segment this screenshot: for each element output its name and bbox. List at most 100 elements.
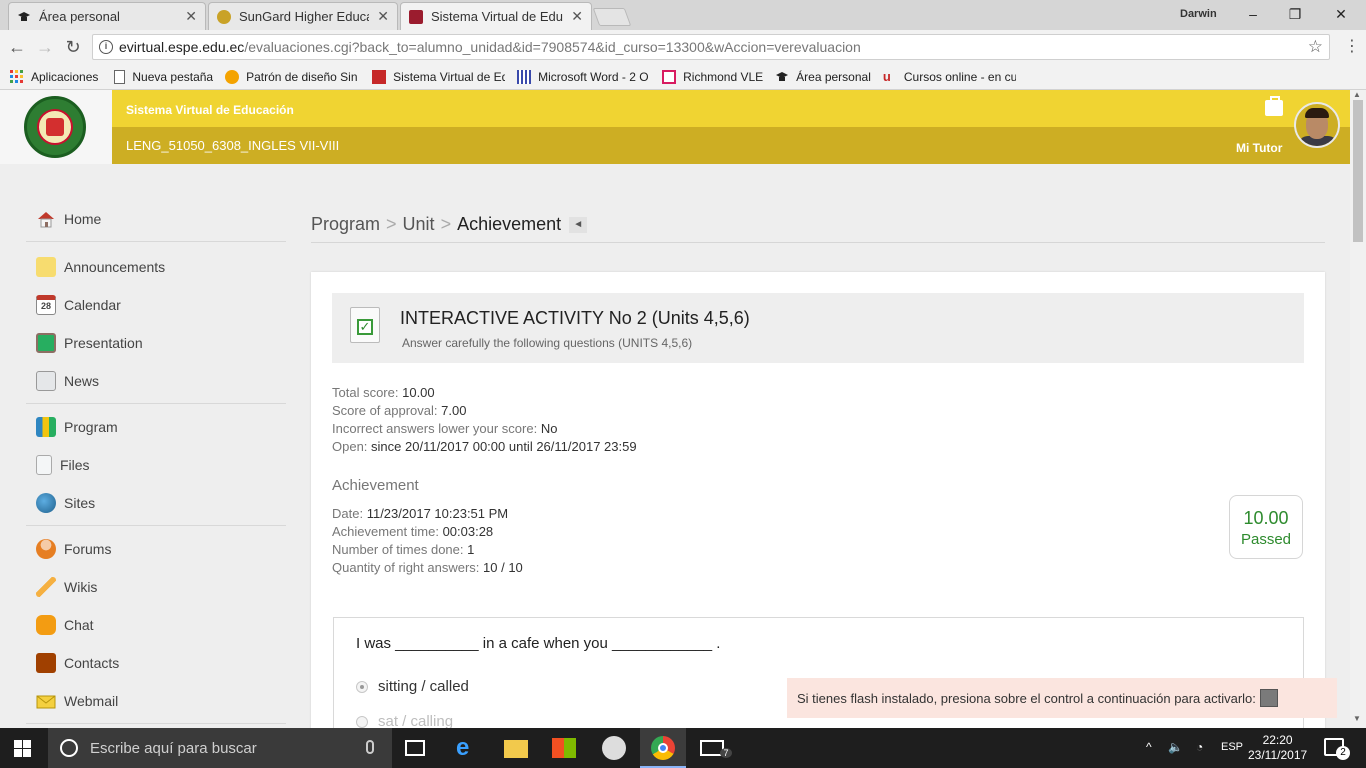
espe-favicon-icon — [409, 9, 423, 24]
new-tab-button[interactable] — [592, 8, 632, 26]
browser-tab[interactable]: SunGard Higher Educatio ✕ — [208, 2, 398, 30]
chevron-up-icon[interactable]: ^ — [1146, 740, 1152, 754]
sidebar-item-webmail[interactable]: Webmail — [26, 682, 286, 720]
address-bar[interactable]: i evirtual.espe.edu.ec/evaluaciones.cgi?… — [92, 34, 1330, 60]
calendar-icon: 28 — [36, 295, 56, 315]
score-value: 10.00 — [1243, 508, 1289, 528]
back-arrow-icon[interactable]: ◄ — [569, 216, 588, 233]
windows-taskbar: Escribe aquí para buscar e 7 ^ 🔈 ◔ ESP 2… — [0, 728, 1366, 768]
apps-grid-icon — [10, 69, 24, 84]
avatar[interactable] — [1294, 102, 1340, 148]
profile-name[interactable]: Darwin — [1180, 8, 1217, 20]
detail-value: 1 — [467, 542, 475, 557]
bookmark-item[interactable]: Sistema Virtual de Ed — [372, 69, 505, 84]
close-window-icon[interactable]: ✕ — [1326, 4, 1356, 24]
bookmark-star-icon[interactable]: ☆ — [1308, 37, 1323, 57]
reload-icon[interactable]: ↻ — [62, 36, 84, 58]
answer-option[interactable]: sitting / called — [356, 678, 469, 695]
bookmark-item[interactable]: Patrón de diseño Sin — [225, 69, 360, 84]
briefcase-icon[interactable] — [1265, 96, 1283, 116]
taskbar-clock[interactable]: 22:20 23/11/2017 — [1248, 733, 1307, 763]
language-indicator[interactable]: ESP — [1221, 741, 1243, 753]
question-text: I was __________ in a cafe when you ____… — [356, 635, 721, 652]
bookmark-label: Microsoft Word - 2 O — [538, 69, 649, 84]
radio-unselected[interactable] — [356, 715, 368, 728]
restore-icon[interactable]: ❐ — [1280, 4, 1310, 24]
microphone-icon[interactable] — [366, 740, 374, 754]
detail-label: Quantity of right answers: — [332, 560, 480, 575]
sidebar-item-news[interactable]: News — [26, 362, 286, 400]
site-info-icon[interactable]: i — [99, 40, 113, 54]
sidebar-item-chat[interactable]: Chat — [26, 606, 286, 644]
task-view-icon[interactable] — [405, 740, 425, 756]
bookmark-item[interactable]: Nueva pestaña — [114, 69, 213, 84]
scroll-down-icon[interactable]: ▼ — [1353, 714, 1361, 723]
notification-count: 2 — [1336, 746, 1350, 760]
sidebar-nav: Home Announcements 28 Calendar Presentat… — [26, 200, 286, 728]
page-scrollbar[interactable]: ▲ ▼ — [1350, 90, 1366, 728]
detail-row: Achievement time: 00:03:28 — [332, 523, 523, 541]
bookmark-item[interactable]: Microsoft Word - 2 O — [517, 69, 650, 84]
course-name[interactable]: LENG_51050_6308_INGLES VII-VIII — [126, 138, 339, 153]
browser-tab-active[interactable]: Sistema Virtual de Educa ✕ — [400, 2, 592, 30]
binders-icon — [36, 417, 56, 437]
notifications-icon[interactable]: 2 — [1324, 738, 1350, 760]
sidebar-item-sites[interactable]: Sites — [26, 484, 286, 522]
espe-logo-icon[interactable] — [24, 96, 86, 158]
activity-header: ✓ INTERACTIVE ACTIVITY No 2 (Units 4,5,6… — [332, 293, 1304, 363]
windows-start-icon[interactable] — [14, 740, 31, 757]
back-arrow-icon[interactable]: ← — [6, 36, 28, 58]
close-tab-icon[interactable]: ✕ — [377, 8, 389, 25]
network-icon[interactable]: ◔ — [1196, 740, 1203, 754]
grad-cap-icon — [17, 10, 31, 24]
browser-tab[interactable]: Área personal ✕ — [8, 2, 206, 30]
breadcrumb: Program > Unit > Achievement ◄ — [311, 214, 588, 235]
paint-icon[interactable] — [602, 736, 626, 760]
detail-value: 10 / 10 — [483, 560, 523, 575]
file-explorer-icon[interactable] — [504, 740, 528, 758]
my-tutor-link[interactable]: Mi Tutor — [1236, 141, 1282, 155]
bookmark-label: Cursos online - en cu — [903, 69, 1016, 84]
taskbar-search[interactable]: Escribe aquí para buscar — [48, 728, 392, 768]
sidebar-item-presentation[interactable]: Presentation — [26, 324, 286, 362]
sidebar-item-home[interactable]: Home — [26, 200, 286, 238]
detail-value: since 20/11/2017 00:00 until 26/11/2017 … — [371, 439, 637, 454]
edge-icon[interactable]: e — [456, 736, 480, 760]
breadcrumb-program[interactable]: Program — [311, 214, 380, 235]
sidebar-item-calendar[interactable]: 28 Calendar — [26, 286, 286, 324]
close-tab-icon[interactable]: ✕ — [185, 8, 197, 25]
minimize-icon[interactable]: – — [1238, 4, 1268, 24]
course-band: LENG_51050_6308_INGLES VII-VIII Mi Tutor — [112, 127, 1350, 164]
sidebar-item-files[interactable]: Files — [26, 446, 286, 484]
bookmark-item[interactable]: Aplicaciones — [10, 69, 98, 84]
volume-icon[interactable]: 🔈 — [1168, 740, 1183, 754]
bookmark-item[interactable]: Área personal — [775, 70, 871, 84]
sidebar-item-contacts[interactable]: Contacts — [26, 644, 286, 682]
sidebar-item-label: Calendar — [64, 297, 121, 313]
flash-activate-control[interactable] — [1259, 689, 1278, 707]
sidebar-item-label: Files — [60, 457, 90, 473]
logo-area[interactable] — [0, 90, 112, 164]
sidebar-item-wikis[interactable]: Wikis — [26, 568, 286, 606]
breadcrumb-unit[interactable]: Unit — [403, 214, 435, 235]
pencil-icon — [36, 577, 56, 597]
option-label: sitting / called — [378, 678, 469, 695]
scrollbar-thumb[interactable] — [1353, 100, 1363, 242]
store-icon[interactable] — [552, 738, 576, 758]
sidebar-item-program[interactable]: Program — [26, 408, 286, 446]
detail-label: Incorrect answers lower your score: — [332, 421, 538, 436]
envelope-icon — [36, 691, 56, 711]
bookmark-item[interactable]: u Cursos online - en cu — [883, 69, 1016, 84]
bookmark-label: Área personal — [796, 69, 871, 84]
mail-badge: 7 — [720, 748, 732, 758]
sidebar-item-forums[interactable]: Forums — [26, 530, 286, 568]
sidebar-item-announcements[interactable]: Announcements — [26, 248, 286, 286]
radio-selected[interactable] — [356, 680, 368, 693]
bookmark-item[interactable]: Richmond VLE — [662, 69, 763, 84]
forward-arrow-icon[interactable]: → — [34, 36, 56, 58]
close-tab-icon[interactable]: ✕ — [571, 8, 583, 25]
chrome-icon[interactable] — [651, 736, 675, 760]
sidebar-divider — [26, 241, 286, 242]
scroll-up-icon[interactable]: ▲ — [1353, 90, 1361, 99]
browser-menu-icon[interactable]: ⋮ — [1342, 36, 1362, 56]
